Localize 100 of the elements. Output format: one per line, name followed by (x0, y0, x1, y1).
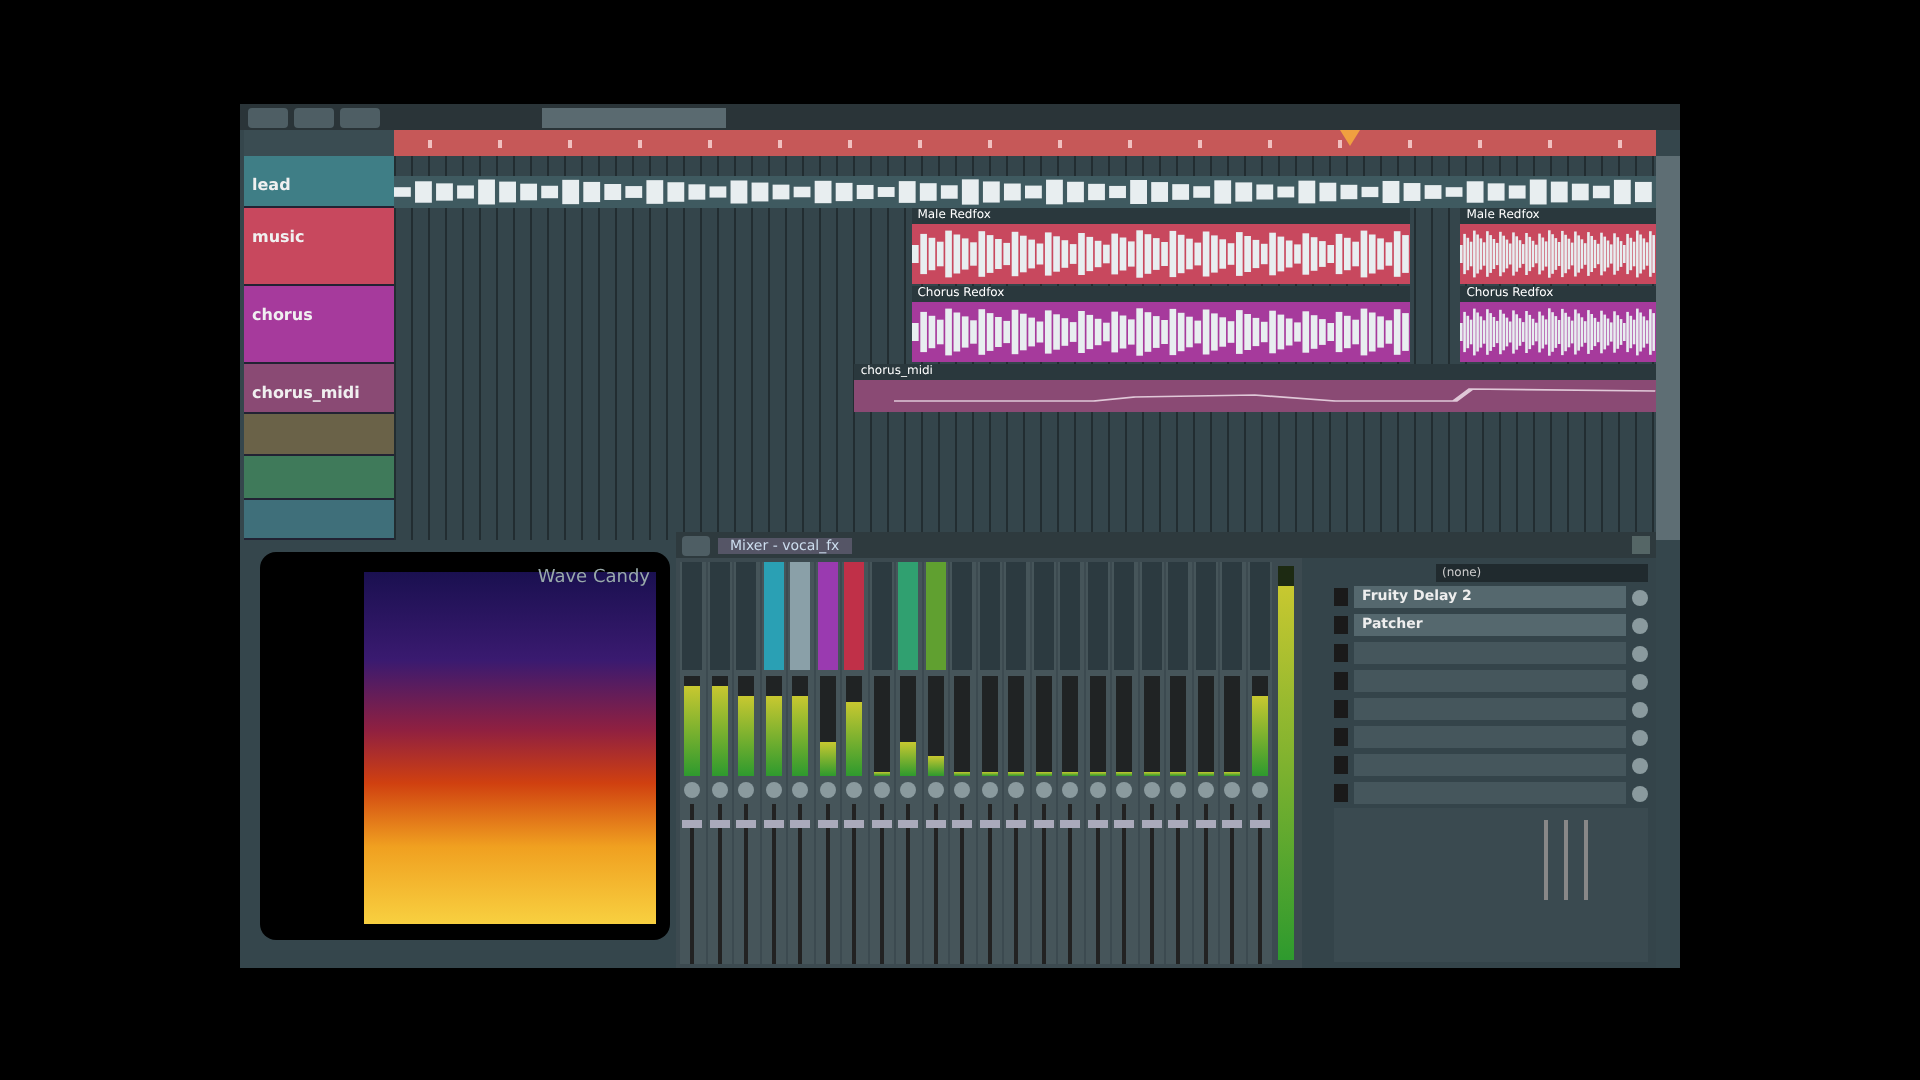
mixer-strip[interactable] (923, 562, 948, 964)
strip-label (1087, 562, 1108, 670)
mixer-strip[interactable] (1247, 562, 1272, 964)
mixer-strip[interactable] (1139, 562, 1164, 964)
mixer-strip[interactable] (680, 562, 705, 964)
mixer-strip[interactable] (1166, 562, 1191, 964)
volume-fader[interactable] (817, 820, 838, 828)
volume-fader[interactable] (898, 820, 919, 828)
level-meter (684, 676, 701, 776)
volume-fader[interactable] (1195, 820, 1216, 828)
volume-fader[interactable] (871, 820, 892, 828)
strip-label (1006, 562, 1027, 670)
mixer-strip[interactable] (1058, 562, 1083, 964)
volume-fader[interactable] (1249, 820, 1270, 828)
volume-fader[interactable] (709, 820, 730, 828)
track-header[interactable] (244, 456, 394, 500)
mixer-strip[interactable] (1031, 562, 1056, 964)
level-meter (846, 676, 863, 776)
track-header[interactable]: lead (244, 156, 394, 208)
strip-label (979, 562, 1000, 670)
mixer-strip[interactable] (707, 562, 732, 964)
strip-label (709, 562, 730, 670)
mixer-strip[interactable] (842, 562, 867, 964)
vertical-scrollbar[interactable] (1656, 156, 1680, 540)
level-meter (738, 676, 755, 776)
mixer-strip[interactable] (1220, 562, 1245, 964)
level-meter (711, 676, 728, 776)
level-meter (927, 676, 944, 776)
level-meter (954, 676, 971, 776)
level-meter (873, 676, 890, 776)
level-meter (1008, 676, 1025, 776)
mixer-strip[interactable] (788, 562, 813, 964)
level-meter (765, 676, 782, 776)
level-meter (1143, 676, 1160, 776)
level-meter (1062, 676, 1079, 776)
level-meter (1251, 676, 1268, 776)
mixer-strip[interactable] (1112, 562, 1137, 964)
mixer-strip[interactable] (977, 562, 1002, 964)
strip-label (871, 562, 892, 670)
track-name: lead (252, 176, 291, 194)
volume-fader[interactable] (1141, 820, 1162, 828)
volume-fader[interactable] (844, 820, 865, 828)
track-name: music (252, 228, 305, 246)
volume-fader[interactable] (736, 820, 757, 828)
level-meter (900, 676, 917, 776)
audio-clip[interactable] (394, 176, 1656, 208)
level-meter (1116, 676, 1133, 776)
mixer-strip[interactable] (950, 562, 975, 964)
strip-label (1222, 562, 1243, 670)
level-meter (1089, 676, 1106, 776)
horizontal-scrollbar[interactable] (542, 107, 726, 127)
volume-fader[interactable] (1087, 820, 1108, 828)
volume-fader[interactable] (682, 820, 703, 828)
volume-fader[interactable] (1006, 820, 1027, 828)
level-meter (1224, 676, 1241, 776)
toolbar-button[interactable] (340, 107, 380, 127)
strip-label (1114, 562, 1135, 670)
volume-fader[interactable] (790, 820, 811, 828)
track-header[interactable]: chorus (244, 286, 394, 364)
strip-label (736, 562, 757, 670)
volume-fader[interactable] (979, 820, 1000, 828)
strip-label (682, 562, 703, 670)
volume-fader[interactable] (1060, 820, 1081, 828)
strip-label (952, 562, 973, 670)
level-meter (792, 676, 809, 776)
strip-label (1168, 562, 1189, 670)
mixer-strip[interactable] (1193, 562, 1218, 964)
strip-label (1060, 562, 1081, 670)
track-name: chorus (252, 306, 313, 324)
toolbar-button[interactable] (294, 107, 334, 127)
level-meter (981, 676, 998, 776)
volume-fader[interactable] (1222, 820, 1243, 828)
track-header[interactable] (244, 500, 394, 540)
volume-fader[interactable] (952, 820, 973, 828)
plugin-title: Wave Candy (537, 568, 650, 588)
level-meter (819, 676, 836, 776)
mixer-strip[interactable] (734, 562, 759, 964)
volume-fader[interactable] (1168, 820, 1189, 828)
menu-button[interactable] (682, 535, 710, 555)
strip-label (1195, 562, 1216, 670)
volume-fader[interactable] (925, 820, 946, 828)
track-name: chorus_midi (252, 384, 360, 402)
volume-fader[interactable] (763, 820, 784, 828)
track-header[interactable]: music (244, 208, 394, 286)
level-meter (1170, 676, 1187, 776)
track-header[interactable]: chorus_midi (244, 364, 394, 414)
mixer-strip[interactable] (896, 562, 921, 964)
strip-label (1249, 562, 1270, 670)
mixer-strip[interactable] (1004, 562, 1029, 964)
strip-label (1141, 562, 1162, 670)
mixer-strip[interactable] (869, 562, 894, 964)
mixer-strip[interactable] (815, 562, 840, 964)
volume-fader[interactable] (1033, 820, 1054, 828)
strip-label (1033, 562, 1054, 670)
level-meter (1197, 676, 1214, 776)
mixer-strip[interactable] (761, 562, 786, 964)
track-header[interactable] (244, 414, 394, 456)
volume-fader[interactable] (1114, 820, 1135, 828)
toolbar-button[interactable] (248, 107, 288, 127)
mixer-strip[interactable] (1085, 562, 1110, 964)
